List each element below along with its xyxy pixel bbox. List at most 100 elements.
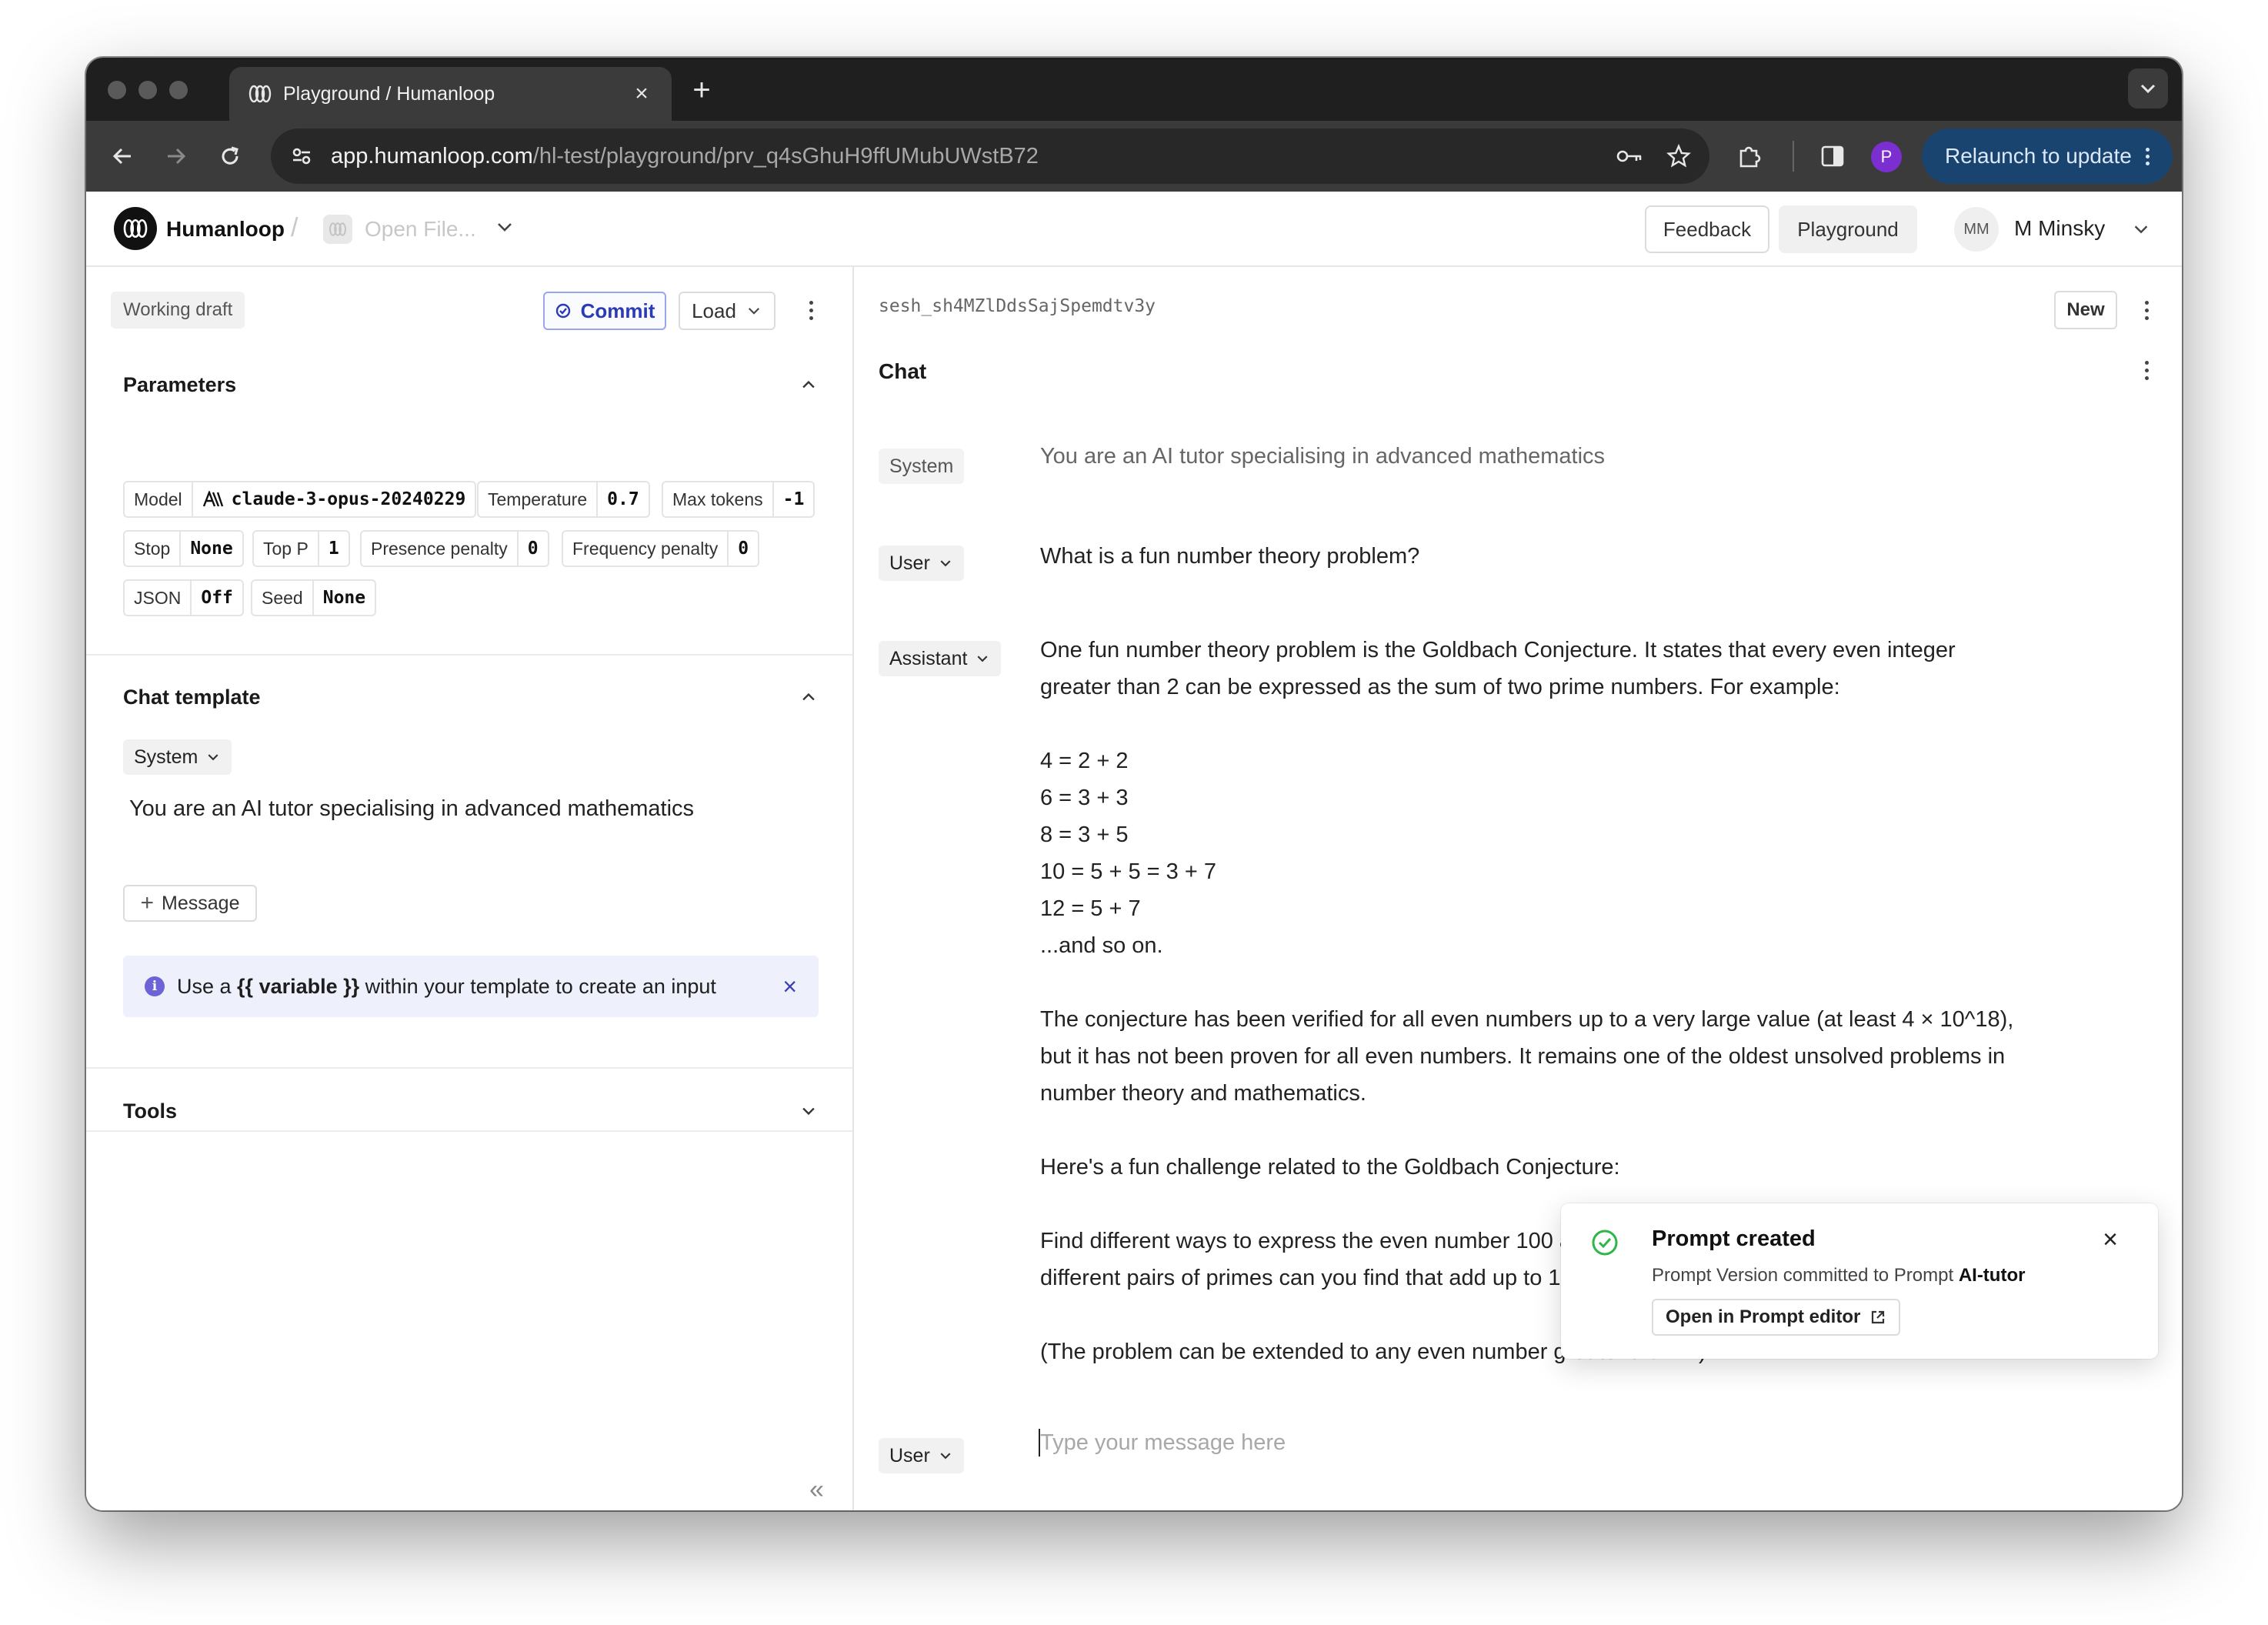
chevron-down-icon	[977, 656, 988, 662]
chevron-up-icon[interactable]	[799, 375, 819, 395]
model-value: claude-3-opus-20240229	[231, 489, 466, 509]
toast-title: Prompt created	[1652, 1226, 1816, 1251]
load-button[interactable]: Load	[679, 292, 775, 330]
message-line: but it has not been proven for all even …	[1040, 1044, 2006, 1069]
load-label: Load	[692, 299, 736, 322]
add-message-button[interactable]: + Message	[123, 885, 257, 922]
seed-param[interactable]: Seed None	[251, 579, 377, 616]
message-line: number theory and mathematics.	[1040, 1081, 1366, 1106]
session-id: sesh_sh4MZlDdsSajSpemdtv3y	[879, 296, 1156, 316]
address-bar[interactable]: app.humanloop.com/hl-test/playground/prv…	[271, 128, 1709, 184]
window-maximize-dot[interactable]	[169, 81, 188, 99]
brand-name[interactable]: Humanloop	[166, 217, 285, 242]
humanloop-logo-icon[interactable]	[114, 207, 157, 250]
star-icon[interactable]	[1663, 141, 1694, 172]
open-file-button[interactable]: Open File...	[365, 217, 476, 242]
browser-tab-active[interactable]: Playground / Humanloop ×	[229, 67, 672, 121]
top-p-param[interactable]: Top P 1	[252, 530, 350, 567]
json-param[interactable]: JSON Off	[123, 579, 244, 616]
text-caret	[1039, 1429, 1040, 1456]
template-message-text[interactable]: You are an AI tutor specialising in adva…	[129, 796, 694, 822]
chevron-down-icon[interactable]	[2131, 219, 2151, 239]
user-name[interactable]: M Minsky	[2014, 216, 2105, 241]
temperature-param[interactable]: Temperature 0.7	[477, 481, 650, 518]
chevron-down-icon	[748, 308, 759, 315]
message-line: greater than 2 can be expressed as the s…	[1040, 675, 1840, 699]
chevron-up-icon[interactable]	[799, 687, 819, 707]
assistant-role-selector[interactable]: Assistant	[879, 641, 1002, 676]
window-close-dot[interactable]	[108, 81, 126, 99]
collapse-panel-icon[interactable]: «	[809, 1475, 824, 1505]
param-key: Presence penalty	[371, 538, 508, 559]
toolbar-divider	[1793, 141, 1794, 172]
external-link-icon	[1872, 1310, 1885, 1324]
key-icon[interactable]	[1614, 141, 1645, 172]
section-divider	[86, 1067, 852, 1069]
user-message[interactable]: What is a fun number theory problem?	[1040, 538, 1419, 575]
param-key: Max tokens	[672, 489, 763, 509]
message-line: Here's a fun challenge related to the Go…	[1040, 1155, 1620, 1180]
chevron-down-icon[interactable]	[799, 1101, 819, 1121]
presence-penalty-param[interactable]: Presence penalty 0	[360, 530, 549, 567]
feedback-button[interactable]: Feedback	[1645, 205, 1769, 253]
tab-close-icon[interactable]: ×	[630, 81, 653, 107]
system-message[interactable]: You are an AI tutor specialising in adva…	[1040, 438, 1605, 475]
user-role-selector[interactable]: User	[879, 546, 964, 581]
close-icon[interactable]: ×	[2103, 1225, 2118, 1255]
commit-icon	[555, 303, 570, 319]
open-in-prompt-editor-button[interactable]: Open in Prompt editor	[1652, 1299, 1901, 1336]
commit-label: Commit	[580, 299, 655, 322]
url-text: app.humanloop.com/hl-test/playground/prv…	[331, 144, 1614, 169]
model-param[interactable]: Model claude-3-opus-20240229	[123, 481, 477, 518]
profile-avatar[interactable]: P	[1871, 142, 1902, 172]
commit-button[interactable]: Commit	[543, 292, 666, 330]
side-panel-icon[interactable]	[1816, 139, 1849, 173]
url-path: /hl-test/playground/prv_q4sGhuH9ffUMubUW…	[532, 143, 1039, 169]
humanloop-tab-icon	[248, 85, 272, 103]
tab-search-button[interactable]	[2128, 68, 2168, 108]
stop-param[interactable]: Stop None	[123, 530, 244, 567]
tab-title: Playground / Humanloop	[283, 82, 495, 105]
new-session-button[interactable]: New	[2054, 291, 2117, 329]
site-settings-icon[interactable]	[286, 141, 317, 172]
browser-window: Playground / Humanloop × + app.humanloop…	[86, 58, 2182, 1510]
message-line: 12 = 5 + 7	[1040, 896, 1141, 921]
role-label: System	[134, 746, 198, 768]
playground-button[interactable]: Playground	[1779, 205, 1917, 253]
working-draft-badge: Working draft	[111, 292, 245, 329]
message-line: 8 = 3 + 5	[1040, 823, 1129, 847]
template-role-selector[interactable]: System	[123, 739, 232, 775]
add-message-label: Message	[162, 892, 240, 914]
chevron-down-icon[interactable]	[494, 216, 515, 238]
user-avatar[interactable]: MM	[1954, 207, 1999, 252]
back-icon[interactable]	[105, 139, 139, 173]
role-label: System	[889, 455, 954, 477]
forward-icon[interactable]	[159, 139, 193, 173]
input-role-selector[interactable]: User	[879, 1438, 964, 1473]
param-key: Frequency penalty	[572, 538, 719, 559]
window-minimize-dot[interactable]	[138, 81, 157, 99]
anthropic-icon	[202, 491, 223, 507]
relaunch-button[interactable]: Relaunch to update	[1922, 128, 2173, 184]
chevron-down-icon	[2140, 84, 2156, 94]
message-line: What is a fun number theory problem?	[1040, 544, 1420, 569]
param-key: Seed	[262, 587, 303, 608]
new-tab-icon[interactable]: +	[686, 73, 717, 108]
more-options-icon[interactable]	[2139, 361, 2154, 380]
message-line: 6 = 3 + 3	[1040, 786, 1129, 810]
frequency-penalty-param[interactable]: Frequency penalty 0	[562, 530, 760, 567]
variable-hint-banner: i Use a {{ variable }} within your templ…	[123, 956, 819, 1017]
more-options-icon[interactable]	[803, 301, 819, 320]
param-key: JSON	[134, 587, 182, 608]
more-options-icon[interactable]	[2139, 301, 2154, 320]
close-icon[interactable]: ×	[782, 973, 797, 1001]
extensions-icon[interactable]	[1733, 139, 1766, 173]
check-circle-icon	[1592, 1230, 1618, 1256]
chat-title: Chat	[879, 359, 927, 383]
message-input[interactable]: Type your message here	[1040, 1430, 1286, 1456]
reload-icon[interactable]	[213, 139, 247, 173]
message-line: You are an AI tutor specialising in adva…	[1040, 444, 1606, 469]
max-tokens-param[interactable]: Max tokens -1	[662, 481, 815, 518]
param-key: Stop	[134, 538, 171, 559]
